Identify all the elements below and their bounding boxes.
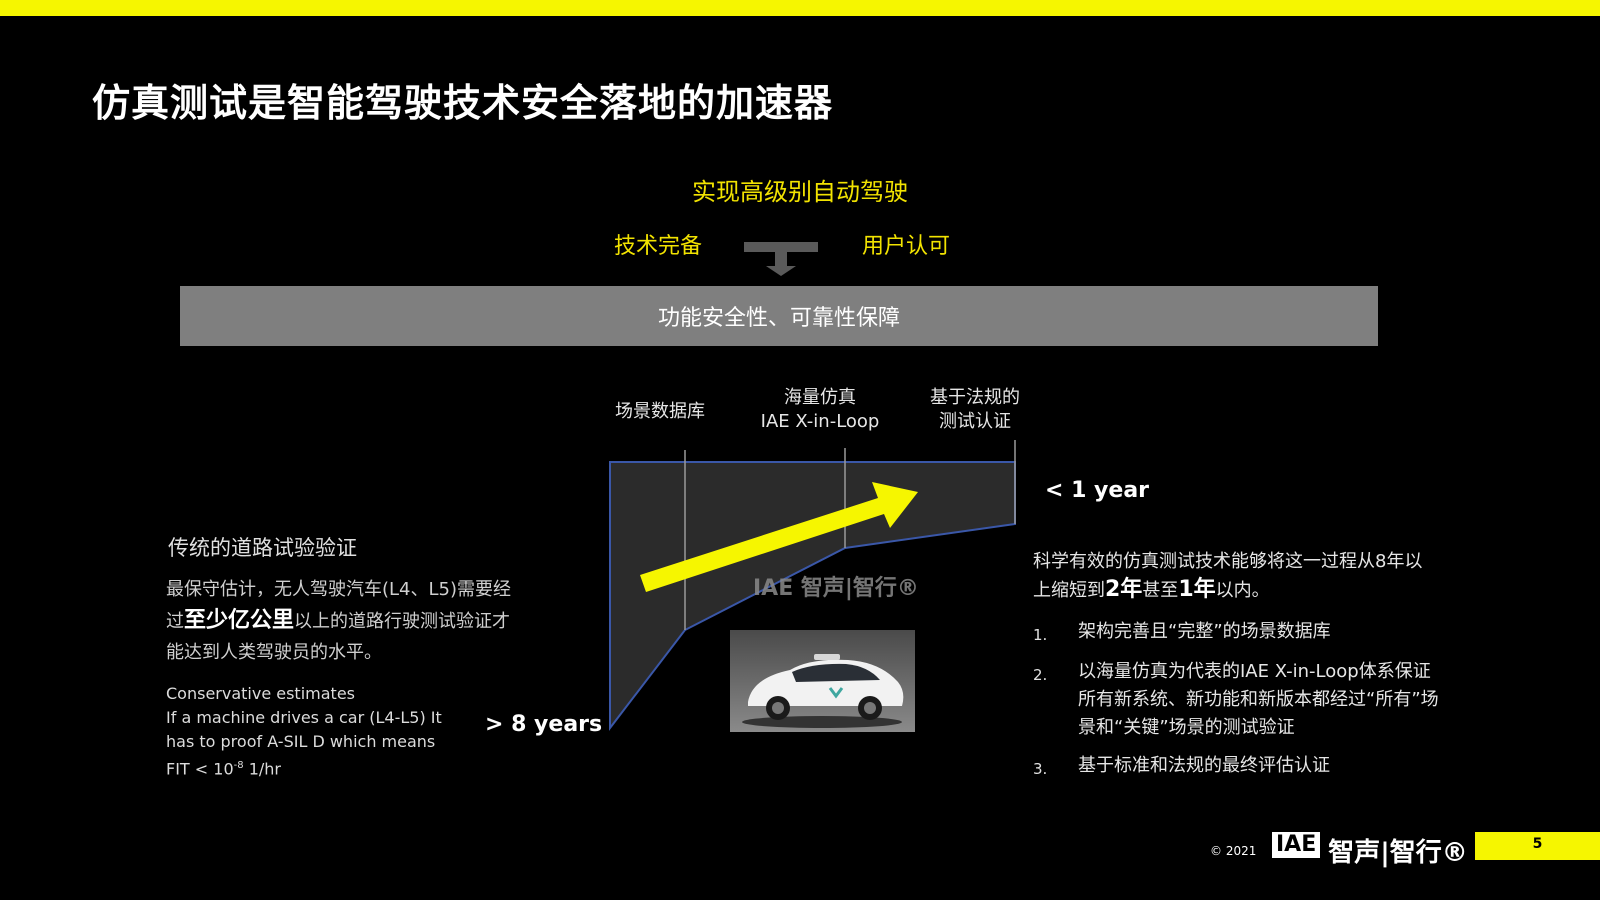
footer-logo-text: 智声|智行® [1328, 838, 1468, 868]
copyright-text: © 2021 [1210, 844, 1257, 858]
page-number: 5 [1532, 836, 1543, 852]
footer-logo: IAE 智声|智行® [1272, 832, 1468, 869]
top-accent-bar [0, 0, 1600, 16]
safety-band-label: 功能安全性、可靠性保障 [657, 306, 900, 331]
traditional-body-highlight: 至少亿公里 [184, 608, 295, 633]
english-note-line2: If a machine drives a car (L4-L5) It has… [166, 708, 442, 751]
intro-end: 以内。 [1215, 580, 1270, 601]
intro-two-years: 2年 [1105, 577, 1143, 602]
list-item-1-number: 1. [1033, 626, 1048, 644]
intro-mid: 甚至 [1142, 580, 1179, 601]
english-note-line3: FIT < 10-8 1/hr [166, 754, 466, 781]
english-note: Conservative estimates If a machine driv… [166, 682, 466, 781]
traditional-body: 最保守估计，无人驾驶汽车(L4、L5)需要经过至少亿公里以上的道路行驶测试验证才… [166, 574, 526, 668]
less-than-one-year-label: < 1 year [1045, 478, 1150, 503]
stage-certification-line2: 测试认证 [939, 411, 1011, 432]
stage-certification-line1: 基于法规的 [930, 387, 1020, 408]
list-item-3-number: 3. [1033, 760, 1048, 778]
iae-logo-mark: IAE [1272, 832, 1321, 858]
fit-suffix: 1/hr [243, 759, 281, 779]
stage-simulation: 海量仿真 IAE X-in-Loop [745, 386, 895, 434]
more-than-eight-years-label: > 8 years [485, 712, 603, 737]
stage-simulation-line1: 海量仿真 [784, 387, 856, 408]
pillar-right-label: 用户认可 [862, 234, 951, 259]
list-item-1-text: 架构完善且“完整”的场景数据库 [1078, 621, 1331, 642]
list-item-2-number: 2. [1033, 666, 1048, 684]
fit-prefix: FIT < 10 [166, 759, 234, 779]
stage-certification: 基于法规的 测试认证 [910, 386, 1040, 434]
list-item-2-text: 以海量仿真为代表的IAE X-in-Loop体系保证所有新系统、新功能和新版本都… [1078, 661, 1439, 738]
fit-exponent: -8 [233, 760, 244, 771]
goal-text: 实现高级别自动驾驶 [692, 178, 908, 206]
intro-one-year: 1年 [1178, 577, 1216, 602]
english-note-line1: Conservative estimates [166, 684, 355, 703]
pillar-left-label: 技术完备 [614, 234, 703, 259]
stage-scenario-db: 场景数据库 [615, 401, 705, 422]
traditional-title: 传统的道路试验验证 [168, 536, 357, 560]
merge-arrow-icon [744, 242, 818, 276]
autonomous-car-image [730, 630, 915, 732]
simulation-intro: 科学有效的仿真测试技术能够将这一过程从8年以上缩短到2年甚至1年以内。 [1033, 548, 1433, 605]
stage-simulation-line2: IAE X-in-Loop [760, 411, 880, 432]
list-item-3-text: 基于标准和法规的最终评估认证 [1078, 755, 1330, 776]
watermark-logo: IAE 智声|智行® [753, 576, 919, 601]
slide-title: 仿真测试是智能驾驶技术安全落地的加速器 [92, 81, 834, 125]
